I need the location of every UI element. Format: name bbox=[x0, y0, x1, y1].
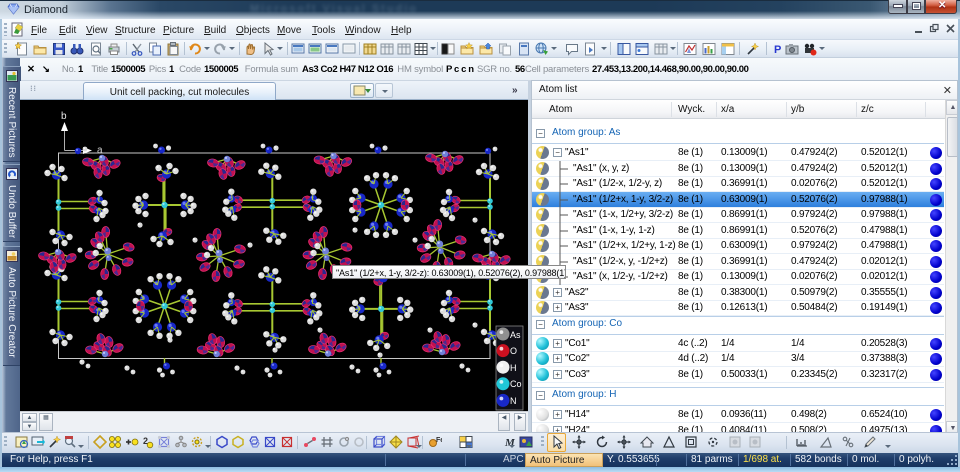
svg-text:b: b bbox=[61, 111, 67, 122]
svg-text:N: N bbox=[510, 396, 517, 406]
svg-text:P: P bbox=[774, 44, 781, 56]
svg-text:As: As bbox=[510, 330, 521, 340]
svg-text:a: a bbox=[97, 145, 103, 156]
svg-text:O: O bbox=[510, 346, 517, 356]
svg-text:H: H bbox=[510, 363, 517, 373]
svg-text:Co: Co bbox=[510, 379, 522, 389]
svg-text:Fe: Fe bbox=[436, 437, 442, 444]
